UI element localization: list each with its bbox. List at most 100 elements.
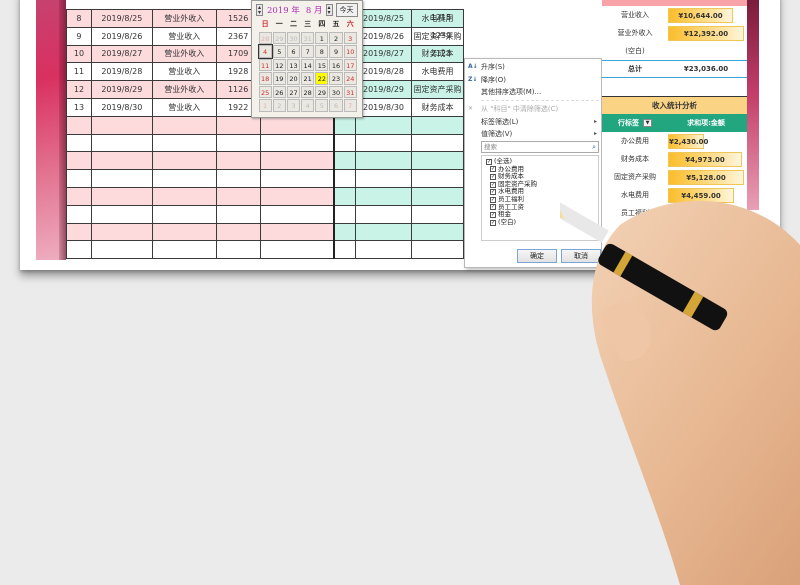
expense-category-cell[interactable] bbox=[410, 222, 464, 242]
income-note-cell[interactable] bbox=[259, 115, 335, 135]
expense-category-cell[interactable] bbox=[410, 169, 464, 188]
income-date-cell[interactable]: 2019/8/28 bbox=[90, 62, 153, 82]
calendar-day[interactable]: 14 bbox=[301, 58, 315, 72]
calendar-day[interactable]: 27 bbox=[286, 85, 301, 99]
checkbox[interactable]: ✓ bbox=[486, 158, 492, 165]
expense-category-cell[interactable] bbox=[410, 133, 464, 153]
expense-amount-cell[interactable]: 2123 bbox=[418, 45, 464, 63]
calendar-day[interactable]: 30 bbox=[329, 85, 343, 99]
income-category-cell[interactable]: 营业收入 bbox=[151, 26, 217, 46]
calendar-day[interactable]: 25 bbox=[258, 85, 272, 99]
income-category-cell[interactable] bbox=[151, 186, 217, 206]
income-no-cell[interactable] bbox=[66, 222, 92, 242]
income-date-cell[interactable]: 2019/8/25 bbox=[90, 9, 153, 28]
menu-label-filter[interactable]: 标签筛选(L) ▸ bbox=[481, 116, 599, 128]
calendar-day[interactable]: 4 bbox=[301, 99, 315, 113]
calendar-day[interactable]: 7 bbox=[301, 45, 315, 58]
income-amount-cell[interactable] bbox=[215, 115, 261, 135]
income-date-cell[interactable] bbox=[90, 222, 153, 242]
expense-date-cell[interactable]: 2019/8/27 bbox=[355, 44, 412, 64]
income-date-cell[interactable] bbox=[90, 240, 153, 260]
income-category-cell[interactable] bbox=[151, 222, 217, 242]
expense-category-cell[interactable] bbox=[410, 204, 464, 224]
income-no-cell[interactable]: 9 bbox=[66, 26, 92, 46]
income-note-cell[interactable] bbox=[259, 222, 335, 242]
income-no-cell[interactable]: 11 bbox=[66, 62, 92, 82]
calendar-day[interactable]: 29 bbox=[315, 85, 329, 99]
income-note-cell[interactable] bbox=[259, 169, 335, 188]
expense-amount-cell[interactable] bbox=[418, 98, 464, 116]
income-no-cell[interactable] bbox=[66, 240, 92, 260]
expense-date-cell[interactable] bbox=[355, 133, 412, 153]
income-no-cell[interactable] bbox=[66, 133, 92, 153]
expense-no-cell[interactable] bbox=[333, 151, 357, 171]
calendar-day[interactable]: 20 bbox=[286, 72, 301, 85]
checkbox[interactable]: ✓ bbox=[490, 166, 496, 173]
expense-category-cell[interactable] bbox=[410, 151, 464, 171]
calendar-day[interactable]: 24 bbox=[343, 72, 357, 85]
income-category-cell[interactable]: 营业收入 bbox=[151, 62, 217, 82]
income-date-cell[interactable] bbox=[90, 133, 153, 153]
calendar-day[interactable]: 30 bbox=[286, 31, 301, 45]
calendar-day[interactable]: 1 bbox=[315, 31, 329, 45]
checkbox[interactable]: ✓ bbox=[490, 204, 496, 211]
calendar-day[interactable]: 31 bbox=[301, 31, 315, 45]
income-note-cell[interactable] bbox=[259, 240, 335, 260]
income-note-cell[interactable] bbox=[259, 133, 335, 153]
calendar-day[interactable]: 17 bbox=[343, 58, 357, 72]
calendar-day[interactable]: 22 bbox=[315, 72, 329, 85]
checkbox[interactable]: ✓ bbox=[490, 211, 496, 218]
checkbox[interactable]: ✓ bbox=[490, 181, 496, 188]
calendar-day[interactable]: 31 bbox=[343, 85, 357, 99]
filter-dropdown-button[interactable]: ▼ bbox=[643, 119, 652, 127]
calendar-day[interactable]: 16 bbox=[329, 58, 343, 72]
calendar-day[interactable]: 18 bbox=[258, 72, 272, 85]
income-no-cell[interactable]: 8 bbox=[66, 9, 92, 28]
filter-search-input[interactable]: 搜索 ⌕ bbox=[481, 141, 599, 153]
calendar-day[interactable]: 28 bbox=[301, 85, 315, 99]
expense-no-cell[interactable] bbox=[333, 186, 357, 206]
menu-more-sort-options[interactable]: 其他排序选项(M)... bbox=[481, 86, 599, 98]
income-category-cell[interactable] bbox=[151, 151, 217, 171]
ok-button[interactable]: 确定 bbox=[517, 249, 557, 263]
calendar-day[interactable]: 11 bbox=[258, 58, 272, 72]
expense-date-cell[interactable] bbox=[355, 240, 412, 260]
income-no-cell[interactable] bbox=[66, 115, 92, 135]
year-spinner[interactable]: ▴ ▾ bbox=[256, 4, 263, 16]
calendar-day[interactable]: 10 bbox=[343, 45, 357, 58]
expense-category-cell[interactable] bbox=[410, 186, 464, 206]
income-date-cell[interactable] bbox=[90, 186, 153, 206]
income-date-cell[interactable] bbox=[90, 204, 153, 224]
calendar-day[interactable]: 26 bbox=[272, 85, 286, 99]
income-category-cell[interactable]: 营业外收入 bbox=[151, 80, 217, 99]
calendar-day[interactable]: 4 bbox=[257, 44, 273, 59]
calendar-day[interactable]: 7 bbox=[343, 99, 357, 113]
calendar-day[interactable]: 5 bbox=[272, 45, 286, 58]
income-date-cell[interactable] bbox=[90, 169, 153, 188]
expense-date-cell[interactable]: 2019/8/30 bbox=[355, 97, 412, 117]
calendar-day[interactable]: 28 bbox=[258, 31, 272, 45]
calendar-day[interactable]: 29 bbox=[272, 31, 286, 45]
checkbox[interactable]: ✓ bbox=[490, 189, 496, 196]
income-no-cell[interactable] bbox=[66, 186, 92, 206]
expense-date-cell[interactable]: 2019/8/28 bbox=[355, 62, 412, 82]
calendar-day[interactable]: 8 bbox=[315, 45, 329, 58]
calendar-day[interactable]: 2 bbox=[272, 99, 286, 113]
expense-date-cell[interactable] bbox=[355, 222, 412, 242]
income-note-cell[interactable] bbox=[259, 204, 335, 224]
expense-category-cell[interactable] bbox=[410, 115, 464, 135]
checkbox[interactable]: ✓ bbox=[490, 219, 496, 226]
income-category-cell[interactable] bbox=[151, 169, 217, 188]
expense-no-cell[interactable] bbox=[333, 204, 357, 224]
income-amount-cell[interactable] bbox=[215, 204, 261, 224]
income-date-cell[interactable] bbox=[90, 151, 153, 171]
expense-amount-cell[interactable] bbox=[418, 62, 464, 80]
today-button[interactable]: 今天 bbox=[335, 3, 358, 17]
calendar-day[interactable]: 19 bbox=[272, 72, 286, 85]
expense-no-cell[interactable] bbox=[333, 222, 357, 242]
income-category-cell[interactable]: 营业外收入 bbox=[151, 44, 217, 64]
income-category-cell[interactable] bbox=[151, 204, 217, 224]
income-amount-cell[interactable] bbox=[215, 222, 261, 242]
expense-date-cell[interactable] bbox=[355, 151, 412, 171]
calendar-day[interactable]: 23 bbox=[329, 72, 343, 85]
